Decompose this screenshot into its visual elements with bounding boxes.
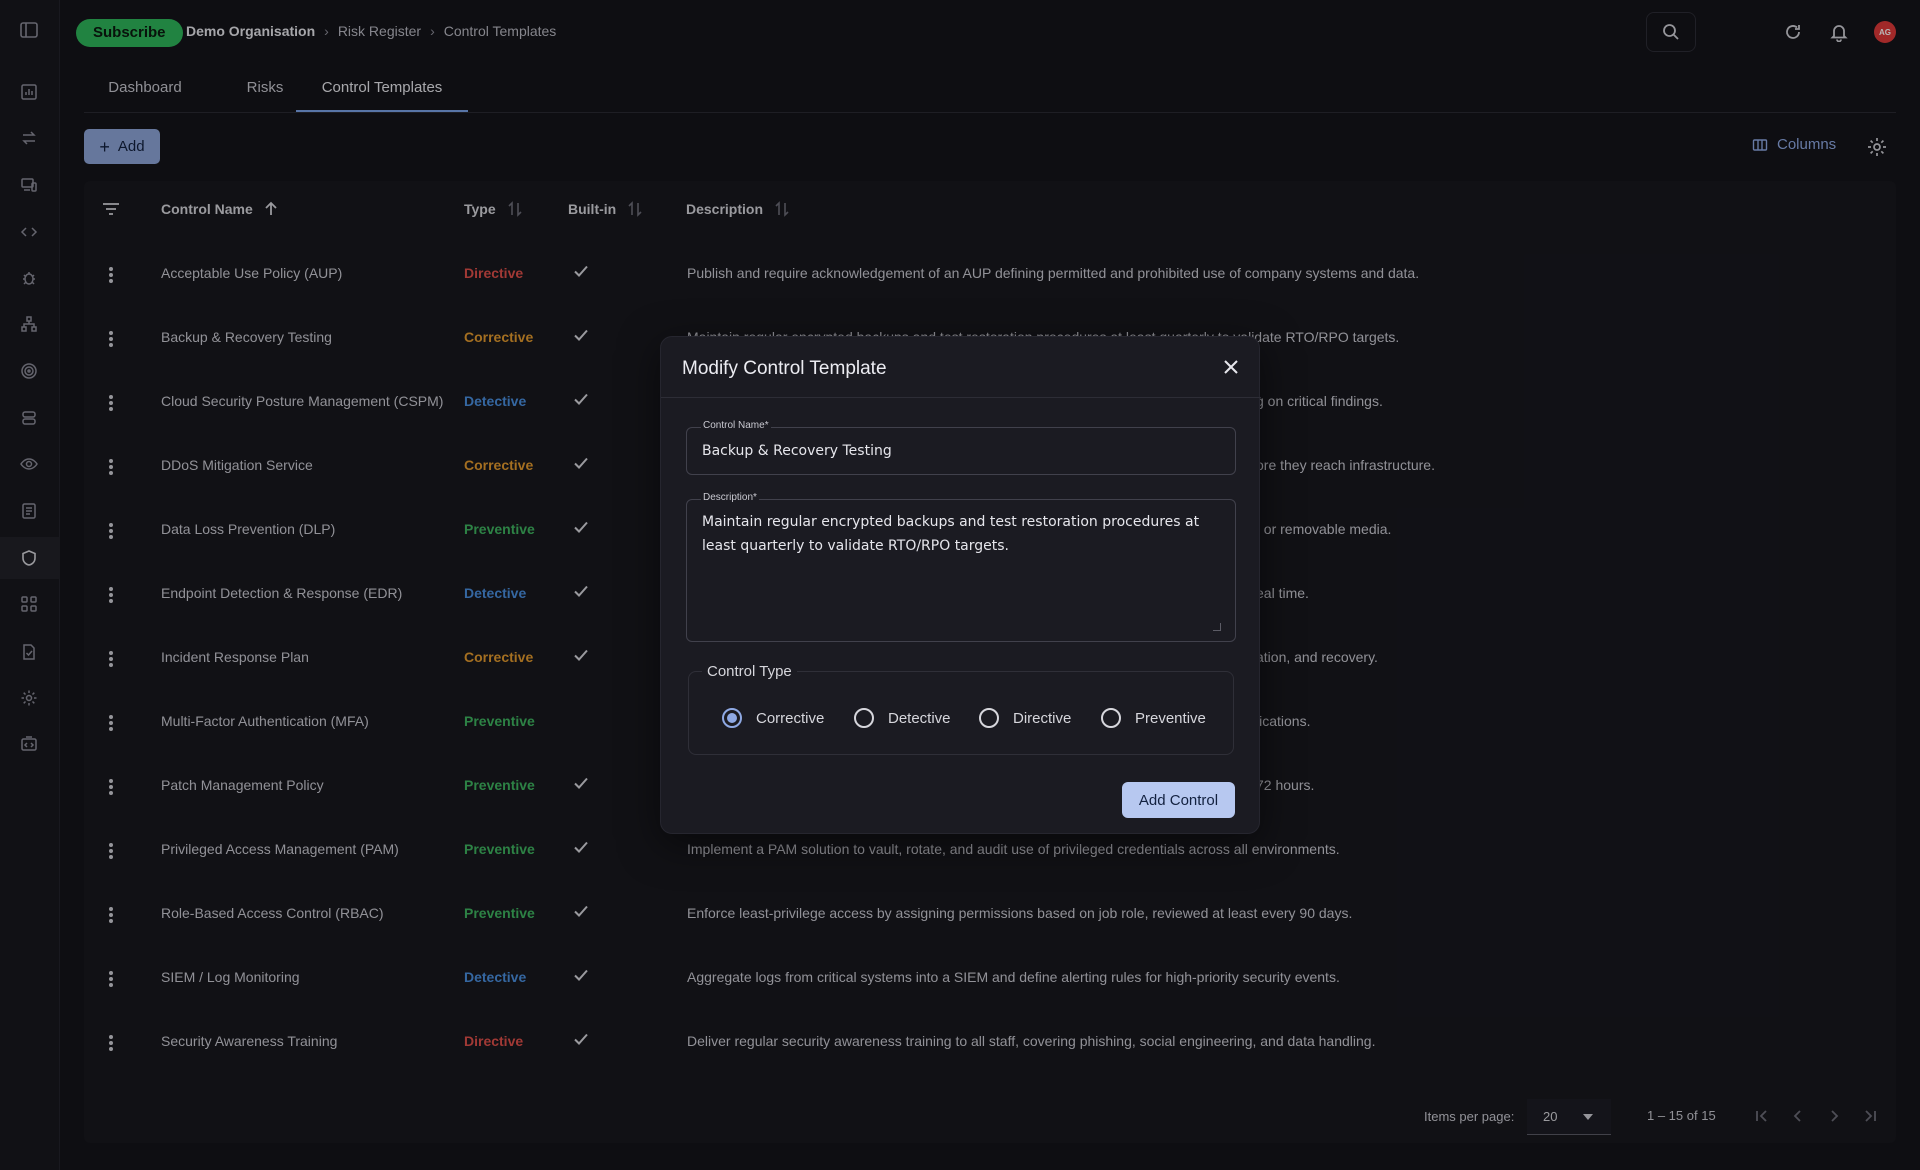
dialog-divider — [661, 397, 1261, 398]
radio-label: Preventive — [1135, 709, 1206, 727]
radio-unchecked-icon — [854, 708, 874, 728]
control-name-input[interactable]: Backup & Recovery Testing — [702, 443, 892, 459]
control-type-group: Control Type Corrective Detective Direct… — [688, 663, 1234, 755]
radio-corrective[interactable]: Corrective — [722, 708, 824, 728]
control-type-legend: Control Type — [702, 663, 797, 680]
radio-preventive[interactable]: Preventive — [1101, 708, 1206, 728]
description-field[interactable]: Description* Maintain regular encrypted … — [686, 492, 1236, 642]
radio-directive[interactable]: Directive — [979, 708, 1071, 728]
radio-unchecked-icon — [1101, 708, 1121, 728]
radio-unchecked-icon — [979, 708, 999, 728]
close-icon[interactable] — [1221, 357, 1241, 377]
modify-control-template-dialog: Modify Control Template Control Name* Ba… — [660, 336, 1261, 834]
control-name-field[interactable]: Control Name* Backup & Recovery Testing — [686, 420, 1236, 475]
add-control-button[interactable]: Add Control — [1122, 782, 1235, 818]
radio-detective[interactable]: Detective — [854, 708, 951, 728]
dialog-title: Modify Control Template — [682, 358, 887, 379]
radio-label: Detective — [888, 709, 951, 727]
radio-checked-icon — [722, 708, 742, 728]
control-name-label: Control Name* — [701, 420, 771, 431]
description-textarea[interactable]: Maintain regular encrypted backups and t… — [702, 510, 1217, 558]
radio-label: Directive — [1013, 709, 1072, 727]
resize-handle[interactable] — [1213, 623, 1221, 631]
description-label: Description* — [701, 492, 759, 503]
radio-label: Corrective — [756, 709, 825, 727]
